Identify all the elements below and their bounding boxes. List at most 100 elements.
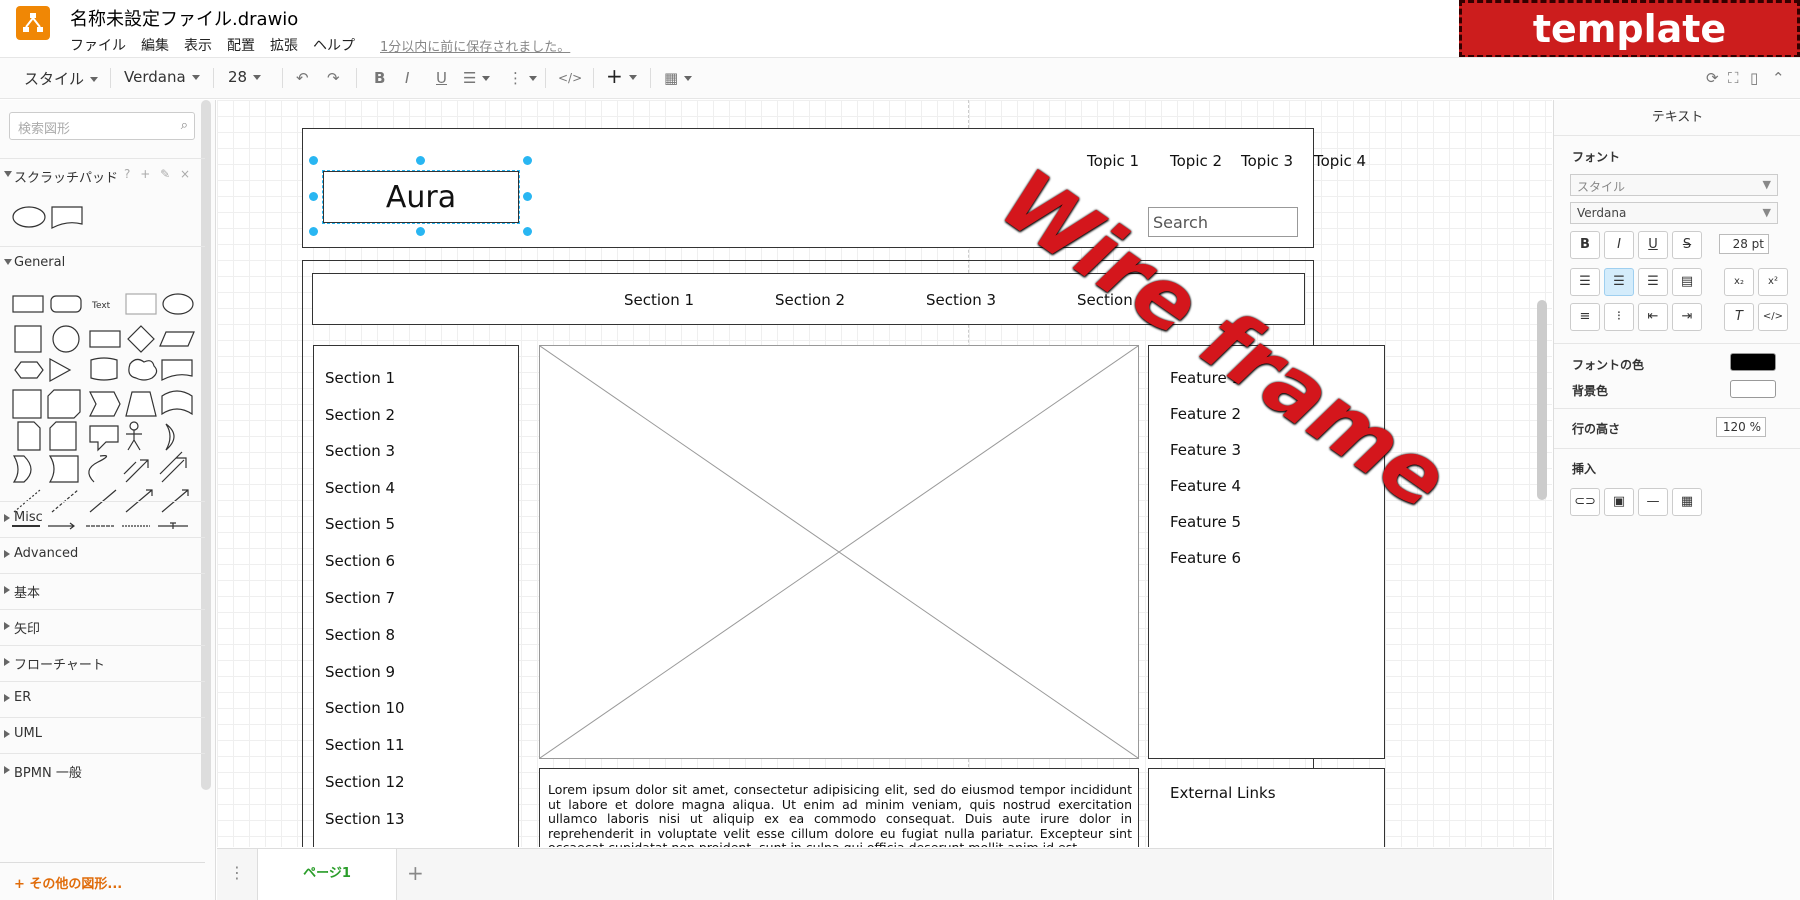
font-size-input[interactable]: 28 pt <box>1719 234 1769 254</box>
page-menu-icon[interactable]: ⋮ <box>229 863 245 882</box>
scratchpad-shapes[interactable] <box>10 204 90 234</box>
collapse-icon[interactable]: ⌃ <box>1772 69 1785 87</box>
left-section-item[interactable]: Section 7 <box>325 589 395 607</box>
left-section-item[interactable]: Section 10 <box>325 699 405 717</box>
topic-link[interactable]: Topic 2 <box>1170 152 1222 170</box>
indent-button[interactable]: ⇥ <box>1672 303 1702 331</box>
line-height-input[interactable]: 120 % <box>1716 417 1766 437</box>
vertical-align-icon[interactable]: ⋮ <box>508 69 537 87</box>
feature-item[interactable]: Feature 2 <box>1170 405 1241 423</box>
font-dropdown[interactable]: Verdana <box>124 68 200 86</box>
numbered-list-button[interactable]: ≡ <box>1570 303 1600 331</box>
insert-image-button[interactable]: ▣ <box>1604 488 1634 516</box>
align-right-button[interactable]: ☰ <box>1638 268 1668 296</box>
topic-link[interactable]: Topic 1 <box>1087 152 1139 170</box>
panel-arrows[interactable]: 矢印 <box>0 609 205 639</box>
style-dropdown[interactable]: スタイル <box>24 68 99 89</box>
resize-handle[interactable] <box>309 192 318 201</box>
table-icon[interactable]: ▦ <box>664 69 693 87</box>
superscript-button[interactable]: x² <box>1758 268 1788 296</box>
resize-handle[interactable] <box>523 227 532 236</box>
canvas-vertical-scrollbar[interactable] <box>1537 300 1547 500</box>
html-icon[interactable]: </> <box>558 71 582 85</box>
left-section-item[interactable]: Section 6 <box>325 552 395 570</box>
feature-item[interactable]: Feature 4 <box>1170 477 1241 495</box>
feature-item[interactable]: Feature 6 <box>1170 549 1241 567</box>
font-style-select[interactable]: スタイル ▼ <box>1570 174 1778 196</box>
html-edit-button[interactable]: </> <box>1758 303 1788 331</box>
bold-icon[interactable]: B <box>374 69 385 87</box>
left-section-item[interactable]: Section 8 <box>325 626 395 644</box>
resize-handle[interactable] <box>309 227 318 236</box>
topic-link[interactable]: Topic 4 <box>1314 152 1366 170</box>
font-size-dropdown[interactable]: 28 <box>228 68 262 86</box>
left-section-item[interactable]: Section 4 <box>325 479 395 497</box>
resize-handle[interactable] <box>309 156 318 165</box>
insert-hr-button[interactable]: — <box>1638 488 1668 516</box>
insert-link-button[interactable]: ⊂⊃ <box>1570 488 1600 516</box>
panel-flowchart[interactable]: フローチャート <box>0 645 205 675</box>
feature-item[interactable]: Feature 5 <box>1170 513 1241 531</box>
image-placeholder[interactable] <box>539 345 1139 759</box>
wireframe-search-box[interactable]: Search <box>1148 207 1298 237</box>
panel-er[interactable]: ER <box>0 681 205 711</box>
add-page-button[interactable]: + <box>407 861 424 885</box>
resize-handle[interactable] <box>416 156 425 165</box>
resize-handle[interactable] <box>523 192 532 201</box>
left-section-item[interactable]: Section 9 <box>325 663 395 681</box>
reset-view-icon[interactable]: ⟳ <box>1706 69 1719 87</box>
panel-advanced[interactable]: Advanced <box>0 537 205 567</box>
menu-arrange[interactable]: 配置 <box>227 35 255 55</box>
format-panel-icon[interactable]: ▯ <box>1750 69 1758 87</box>
left-section-item[interactable]: Section 13 <box>325 810 405 828</box>
menu-help[interactable]: ヘルプ <box>313 35 355 55</box>
left-section-item[interactable]: Section 11 <box>325 736 405 754</box>
justify-button[interactable]: ▤ <box>1672 268 1702 296</box>
resize-handle[interactable] <box>416 227 425 236</box>
panel-uml[interactable]: UML <box>0 717 205 747</box>
left-section-item[interactable]: Section 12 <box>325 773 405 791</box>
body-text-block[interactable]: Lorem ipsum dolor sit amet, consectetur … <box>539 768 1139 847</box>
general-header[interactable]: General <box>0 246 205 276</box>
format-tab-text[interactable]: テキスト <box>1554 100 1800 136</box>
left-section-item[interactable]: Section 2 <box>325 406 395 424</box>
topic-link[interactable]: Topic 3 <box>1241 152 1293 170</box>
resize-handle[interactable] <box>523 156 532 165</box>
align-center-button[interactable]: ☰ <box>1604 268 1634 296</box>
font-color-swatch[interactable] <box>1730 353 1776 371</box>
outdent-button[interactable]: ⇤ <box>1638 303 1668 331</box>
align-left-button[interactable]: ☰ <box>1570 268 1600 296</box>
left-section-item[interactable]: Section 5 <box>325 515 395 533</box>
strikethrough-button[interactable]: S <box>1672 231 1702 259</box>
italic-button[interactable]: I <box>1604 231 1634 259</box>
align-left-icon[interactable]: ☰ <box>463 69 491 87</box>
menu-extras[interactable]: 拡張 <box>270 35 298 55</box>
insert-plus-icon[interactable]: + <box>606 64 637 88</box>
feature-item[interactable]: Feature 3 <box>1170 441 1241 459</box>
panel-bpmn[interactable]: BPMN 一般 <box>0 753 205 783</box>
external-links-label[interactable]: External Links <box>1170 784 1276 802</box>
bold-button[interactable]: B <box>1570 231 1600 259</box>
menu-view[interactable]: 表示 <box>184 35 212 55</box>
panel-misc[interactable]: Misc <box>0 501 205 531</box>
more-shapes-button[interactable]: + その他の図形... <box>0 862 205 900</box>
menu-file[interactable]: ファイル <box>70 35 126 55</box>
background-color-swatch[interactable] <box>1730 380 1776 398</box>
page-tab[interactable]: ページ1 <box>257 849 397 900</box>
clear-format-button[interactable]: T <box>1724 303 1754 331</box>
panel-basic[interactable]: 基本 <box>0 573 205 603</box>
shape-search-input[interactable]: 検索図形 ⌕ <box>9 112 195 140</box>
insert-table-button[interactable]: ▦ <box>1672 488 1702 516</box>
underline-icon[interactable]: U <box>436 69 447 87</box>
left-section-item[interactable]: Section 3 <box>325 442 395 460</box>
redo-icon[interactable]: ↷ <box>327 69 340 87</box>
left-section-item[interactable]: Section 1 <box>325 369 395 387</box>
italic-icon[interactable]: I <box>405 69 409 87</box>
underline-button[interactable]: U <box>1638 231 1668 259</box>
save-status[interactable]: 1分以内に前に保存されました。 <box>380 36 570 55</box>
fullscreen-icon[interactable]: ⛶ <box>1728 69 1739 87</box>
menu-edit[interactable]: 編集 <box>141 35 169 55</box>
scratchpad-header[interactable]: スクラッチパッド ? + ✎ × <box>0 158 205 188</box>
undo-icon[interactable]: ↶ <box>296 69 309 87</box>
font-family-select[interactable]: Verdana ▼ <box>1570 202 1778 224</box>
